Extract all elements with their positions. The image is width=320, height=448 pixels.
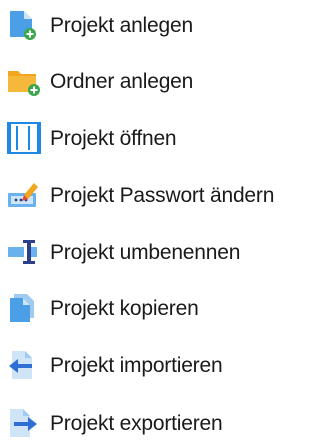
menu-item-label: Projekt öffnen	[50, 126, 177, 150]
menu-item-label: Projekt kopieren	[50, 296, 199, 320]
menu-item-label: Projekt anlegen	[50, 13, 193, 37]
menu-item-import-project[interactable]: Projekt importieren	[6, 345, 223, 385]
menu-item-open-project[interactable]: Projekt öffnen	[6, 118, 177, 158]
change-password-icon	[6, 179, 50, 211]
menu-item-rename-project[interactable]: Projekt umbenennen	[6, 232, 240, 272]
menu-item-new-project[interactable]: Projekt anlegen	[6, 5, 193, 45]
menu-item-copy-project[interactable]: Projekt kopieren	[6, 288, 199, 328]
open-project-icon	[6, 122, 50, 154]
rename-icon	[6, 236, 50, 268]
menu-item-new-folder[interactable]: Ordner anlegen	[6, 61, 193, 101]
export-icon	[6, 407, 50, 439]
new-project-icon	[6, 9, 50, 41]
new-folder-icon	[6, 65, 50, 97]
menu-item-export-project[interactable]: Projekt exportieren	[6, 403, 223, 443]
project-menu: Projekt anlegen Ordner anlegen Projekt ö…	[0, 0, 320, 448]
menu-item-label: Ordner anlegen	[50, 69, 194, 93]
menu-item-change-password[interactable]: Projekt Passwort ändern	[6, 175, 274, 215]
menu-item-label: Projekt exportieren	[50, 411, 223, 435]
import-icon	[6, 349, 50, 381]
menu-item-label: Projekt Passwort ändern	[50, 183, 275, 207]
menu-item-label: Projekt umbenennen	[50, 240, 241, 264]
menu-item-label: Projekt importieren	[50, 353, 223, 377]
copy-icon	[6, 292, 50, 324]
